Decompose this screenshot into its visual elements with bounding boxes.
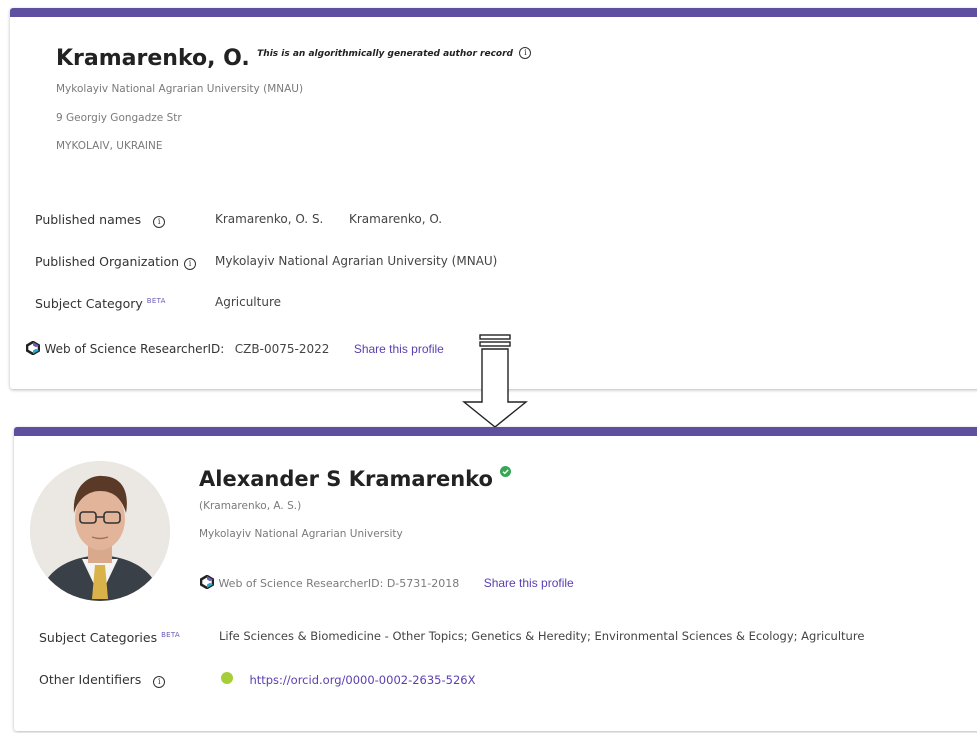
claimed-author-name: Alexander S Kramarenko	[199, 467, 493, 491]
researcher-id-label: Web of Science ResearcherID:	[44, 342, 225, 356]
claimed-researcher-id: Web of Science ResearcherID: D-5731-2018	[218, 577, 460, 590]
claimed-share-profile-link[interactable]: Share this profile	[484, 576, 574, 590]
verified-check-icon	[500, 466, 512, 477]
published-org-value: Mykolayiv National Agrarian University (…	[215, 254, 498, 268]
algorithmic-note: This is an algorithmically generated aut…	[257, 49, 513, 59]
published-org-label: Published Organization i	[35, 254, 197, 270]
profile-photo	[30, 461, 170, 601]
claimed-researcher-id-row: Web of Science ResearcherID: D-5731-2018…	[199, 574, 574, 592]
author-record-card-algorithmic: Kramarenko, O. This is an algorithmicall…	[10, 8, 977, 389]
author-heading: Kramarenko, O. This is an algorithmicall…	[56, 46, 532, 71]
subject-categories-label: Subject Categories BETA	[39, 630, 181, 645]
author-record-card-claimed: Alexander S Kramarenko (Kramarenko, A. S…	[14, 427, 977, 731]
info-icon[interactable]: i	[153, 216, 166, 228]
claimed-institution: Mykolayiv National Agrarian University	[199, 528, 403, 540]
beta-badge: BETA	[161, 630, 181, 639]
share-profile-link[interactable]: Share this profile	[354, 342, 444, 356]
card-top-bar	[14, 427, 977, 436]
researcher-id-value: CZB-0075-2022	[234, 342, 330, 356]
other-identifiers-label: Other Identifiers i	[39, 672, 166, 688]
info-icon[interactable]: i	[153, 676, 166, 688]
down-arrow-icon	[462, 334, 528, 428]
researcher-id-row: Web of Science ResearcherID: CZB-0075-20…	[25, 340, 444, 358]
subject-category-label: Subject Category BETA	[35, 296, 166, 311]
published-name-2: Kramarenko, O.	[349, 212, 443, 226]
subject-categories-value: Life Sciences & Biomedicine - Other Topi…	[219, 629, 865, 643]
wos-logo-icon	[199, 574, 215, 590]
wos-logo-icon	[25, 340, 41, 356]
author-institution: Mykolayiv National Agrarian University (…	[56, 83, 304, 95]
author-name: Kramarenko, O.	[56, 46, 250, 71]
author-address: 9 Georgiy Gongadze Str	[56, 112, 182, 124]
info-icon[interactable]: i	[519, 47, 532, 59]
orcid-icon	[221, 672, 233, 684]
card-top-bar	[10, 8, 977, 17]
published-name-1: Kramarenko, O. S.	[215, 212, 324, 226]
beta-badge: BETA	[146, 296, 166, 305]
alternate-name: (Kramarenko, A. S.)	[199, 500, 302, 512]
orcid-link[interactable]: https://orcid.org/0000-0002-2635-526X	[249, 673, 475, 687]
subject-category-value: Agriculture	[215, 295, 281, 309]
info-icon[interactable]: i	[184, 258, 197, 270]
orcid-row: https://orcid.org/0000-0002-2635-526X	[221, 671, 475, 689]
claimed-author-heading: Alexander S Kramarenko	[199, 466, 512, 491]
author-city: MYKOLAIV, UKRAINE	[56, 140, 163, 152]
published-names-label: Published names i	[35, 212, 166, 228]
